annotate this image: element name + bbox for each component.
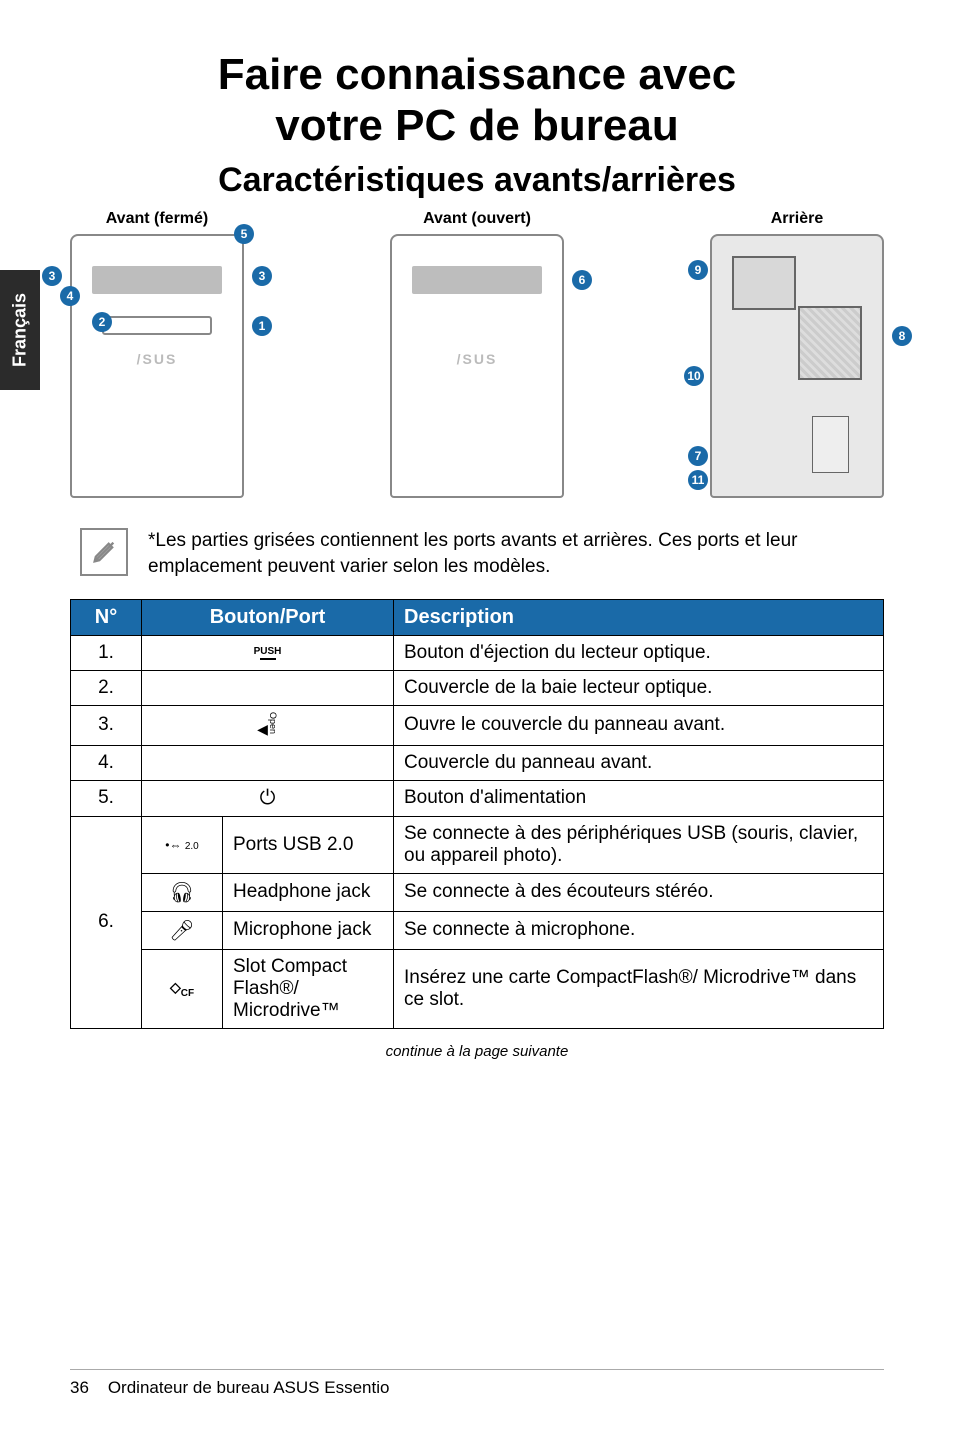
cell-desc: Insérez une carte CompactFlash®/ Microdr… — [394, 949, 884, 1028]
io-panel — [798, 306, 862, 380]
table-row: 5. ⏻ Bouton d'alimentation — [71, 780, 884, 816]
tower-box-rear: 9 8 10 7 11 — [710, 234, 884, 498]
table-row: 4. Couvercle du panneau avant. — [71, 745, 884, 780]
cell-portname: Slot Compact Flash®/ Microdrive™ — [223, 949, 394, 1028]
table-row: 1. PUSH Bouton d'éjection du lecteur opt… — [71, 636, 884, 671]
note-row: *Les parties grisées contiennent les por… — [80, 528, 874, 579]
callout-11: 11 — [688, 470, 708, 490]
push-icon: PUSH — [142, 636, 394, 671]
page-title: Faire connaissance avec votre PC de bure… — [70, 50, 884, 151]
microphone-icon: 🎤︎ — [142, 911, 223, 949]
port-table: N° Bouton/Port Description 1. PUSH Bouto… — [70, 599, 884, 1028]
empty-icon — [142, 671, 394, 706]
note-text: *Les parties grisées contiennent les por… — [148, 528, 874, 579]
front-closed-grey-area — [92, 266, 222, 294]
cell-num: 1. — [71, 636, 142, 671]
callout-4: 4 — [60, 286, 80, 306]
cell-desc: Se connecte à microphone. — [394, 911, 884, 949]
odd-cover — [102, 316, 212, 335]
power-icon: ⏻ — [142, 780, 394, 816]
diagrams-row: Avant (fermé) /SUS 5 3 3 4 2 1 Avant (ou… — [70, 210, 884, 498]
diagram-front-open: Avant (ouvert) /SUS 6 — [390, 210, 564, 498]
callout-5: 5 — [234, 224, 254, 244]
cell-num-6: 6. — [71, 816, 142, 1028]
cell-portname: Ports USB 2.0 — [223, 816, 394, 873]
callout-6: 6 — [572, 270, 592, 290]
callout-1: 1 — [252, 316, 272, 336]
th-desc: Description — [394, 600, 884, 636]
cell-desc: Ouvre le couvercle du panneau avant. — [394, 706, 884, 745]
cell-portname: Microphone jack — [223, 911, 394, 949]
cell-num: 4. — [71, 745, 142, 780]
table-header-row: N° Bouton/Port Description — [71, 600, 884, 636]
diagram-front-closed: Avant (fermé) /SUS 5 3 3 4 2 1 — [70, 210, 244, 498]
tower-front-closed: /SUS 5 3 3 4 2 1 — [70, 234, 244, 498]
th-button: Bouton/Port — [142, 600, 394, 636]
diagram-label-front-closed: Avant (fermé) — [106, 210, 209, 228]
tower-front-open: /SUS 6 — [390, 234, 564, 498]
cell-desc: Couvercle du panneau avant. — [394, 745, 884, 780]
cell-desc: Bouton d'éjection du lecteur optique. — [394, 636, 884, 671]
callout-10: 10 — [684, 366, 704, 386]
table-row: 🎤︎ Microphone jack Se connecte à microph… — [71, 911, 884, 949]
diagram-label-rear: Arrière — [771, 210, 823, 228]
callout-7: 7 — [688, 446, 708, 466]
footer-text: Ordinateur de bureau ASUS Essentio — [108, 1378, 390, 1397]
table-row: 6. •⇔ 2.0 Ports USB 2.0 Se connecte à de… — [71, 816, 884, 873]
expansion-slots — [812, 416, 849, 473]
cell-desc: Se connecte à des périphériques USB (sou… — [394, 816, 884, 873]
tower-rear: 9 8 10 7 11 — [710, 234, 884, 498]
diagram-rear: Arrière 9 8 10 7 11 — [710, 210, 884, 498]
th-num: N° — [71, 600, 142, 636]
headphone-icon: 🎧︎ — [142, 873, 223, 911]
front-open-grey-area — [412, 266, 542, 294]
footer: 36 Ordinateur de bureau ASUS Essentio — [70, 1369, 884, 1398]
table-row: ◇CF Slot Compact Flash®/ Microdrive™ Ins… — [71, 949, 884, 1028]
asus-logo-open: /SUS — [392, 351, 562, 367]
title-line2: votre PC de bureau — [275, 101, 678, 150]
table-row: 2. Couvercle de la baie lecteur optique. — [71, 671, 884, 706]
callout-9: 9 — [688, 260, 708, 280]
cell-num: 3. — [71, 706, 142, 745]
note-icon — [80, 528, 128, 576]
cell-portname: Headphone jack — [223, 873, 394, 911]
tower-box-open: /SUS 6 — [390, 234, 564, 498]
callout-3-right: 3 — [252, 266, 272, 286]
callout-3-left: 3 — [42, 266, 62, 286]
table-row: 🎧︎ Headphone jack Se connecte à des écou… — [71, 873, 884, 911]
cell-desc: Couvercle de la baie lecteur optique. — [394, 671, 884, 706]
tower-box: /SUS 5 3 3 4 2 1 — [70, 234, 244, 498]
section-heading: Caractéristiques avants/arrières — [70, 161, 884, 200]
continue-note: continue à la page suivante — [70, 1043, 884, 1060]
table-row: 3. ◀Open Ouvre le couvercle du panneau a… — [71, 706, 884, 745]
usb-icon: •⇔ 2.0 — [142, 816, 223, 873]
cell-num: 2. — [71, 671, 142, 706]
empty-icon — [142, 745, 394, 780]
callout-8: 8 — [892, 326, 912, 346]
asus-logo: /SUS — [72, 351, 242, 367]
title-line1: Faire connaissance avec — [218, 50, 737, 99]
diagram-label-front-open: Avant (ouvert) — [423, 210, 531, 228]
open-icon: ◀Open — [142, 706, 394, 745]
cell-desc: Bouton d'alimentation — [394, 780, 884, 816]
cell-num: 5. — [71, 780, 142, 816]
cf-icon: ◇CF — [142, 949, 223, 1028]
cell-desc: Se connecte à des écouteurs stéréo. — [394, 873, 884, 911]
psu-area — [732, 256, 796, 310]
footer-page-number: 36 — [70, 1378, 89, 1397]
